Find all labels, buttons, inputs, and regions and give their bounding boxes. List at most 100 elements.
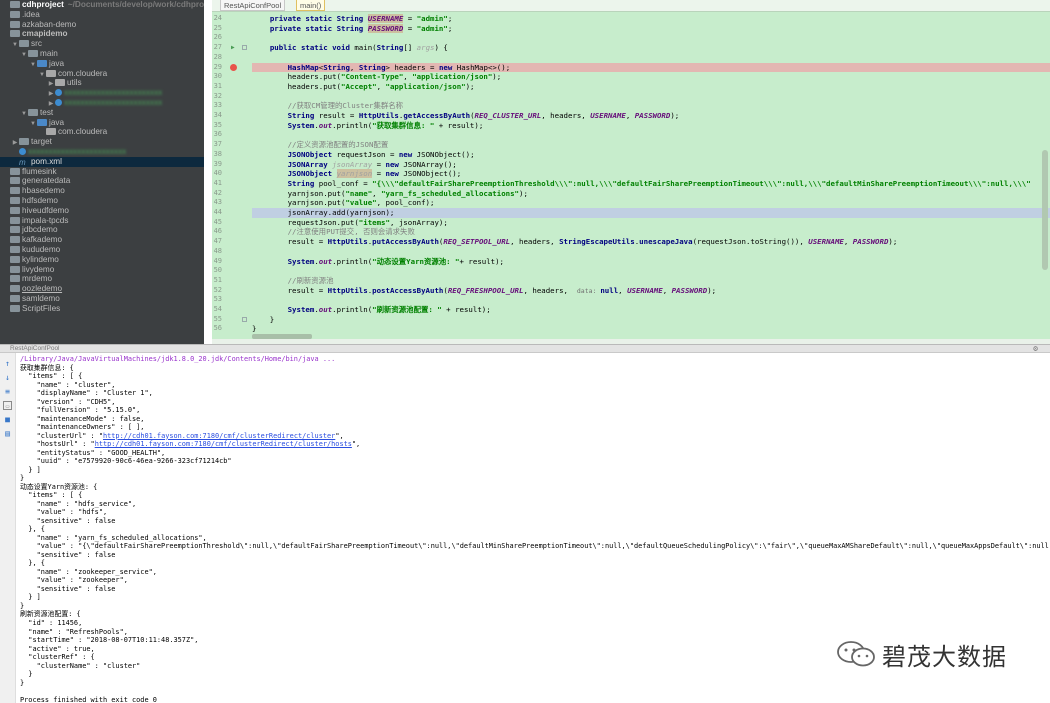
- line-number[interactable]: 43: [212, 198, 222, 208]
- code-line[interactable]: yarnjson.put("name", "yarn_fs_scheduled_…: [252, 189, 528, 199]
- soft-wrap-icon[interactable]: ≡: [3, 387, 12, 396]
- tree-item[interactable]: hbasedemo: [0, 186, 204, 196]
- line-number[interactable]: 37: [212, 140, 222, 150]
- line-number[interactable]: 40: [212, 169, 222, 179]
- line-number[interactable]: 27: [212, 43, 222, 53]
- code-area[interactable]: private static String USERNAME = "admin"…: [252, 12, 1050, 334]
- line-number[interactable]: 47: [212, 237, 222, 247]
- line-number-gutter[interactable]: 24 25 26 27 28 29 30 31 32 33 34 35 36 37 38 39 40 41 42 43…: [212, 12, 252, 344]
- tree-item[interactable]: impala-tpcds: [0, 216, 204, 226]
- tree-item[interactable]: ▶ xxxxxxxxxxxxxxxxxxxxxxxx: [0, 98, 204, 108]
- code-line[interactable]: }: [252, 315, 274, 325]
- line-number[interactable]: 48: [212, 247, 222, 257]
- line-number[interactable]: 26: [212, 33, 222, 43]
- breakpoint-icon[interactable]: [230, 64, 237, 71]
- line-number[interactable]: 24: [212, 14, 222, 24]
- tree-item[interactable]: kafkademo: [0, 235, 204, 245]
- line-number[interactable]: 39: [212, 160, 222, 170]
- fold-marker-icon[interactable]: [242, 45, 247, 51]
- line-number[interactable]: 28: [212, 53, 222, 63]
- line-number[interactable]: 56: [212, 324, 222, 334]
- code-line[interactable]: JSONArray jsonArray = new JSONArray();: [252, 160, 457, 170]
- chevron-right-icon[interactable]: ▶: [11, 139, 19, 147]
- line-number[interactable]: 50: [212, 266, 222, 276]
- tree-item[interactable]: ▶ xxxxxxxxxxxxxxxxxxxxxxxx: [0, 88, 204, 98]
- tree-item[interactable]: ▶ target: [0, 137, 204, 147]
- code-line[interactable]: System.out.println("刷新资源池配置: " + result)…: [252, 305, 491, 315]
- tree-item[interactable]: hdfsdemo: [0, 196, 204, 206]
- code-line[interactable]: public static void main(String[] args) {: [252, 43, 448, 53]
- line-number[interactable]: 35: [212, 121, 222, 131]
- line-number[interactable]: 36: [212, 130, 222, 140]
- vertical-scrollbar[interactable]: [1042, 150, 1048, 270]
- chevron-down-icon[interactable]: ▼: [20, 51, 28, 59]
- line-number[interactable]: 53: [212, 295, 222, 305]
- code-line[interactable]: result = HttpUtils.putAccessByAuth(REQ_S…: [252, 237, 898, 247]
- line-number[interactable]: 42: [212, 189, 222, 199]
- line-number[interactable]: 30: [212, 72, 222, 82]
- line-number[interactable]: 55: [212, 315, 222, 325]
- code-line[interactable]: headers.put("Content-Type", "application…: [252, 72, 502, 82]
- tree-item[interactable]: ▼ java: [0, 59, 204, 69]
- tree-item[interactable]: azkaban-demo: [0, 20, 204, 30]
- line-number[interactable]: 33: [212, 101, 222, 111]
- tree-item[interactable]: flumesink: [0, 167, 204, 177]
- line-number[interactable]: 31: [212, 82, 222, 92]
- code-line[interactable]: //定义资源池配置的JSON配置: [252, 140, 389, 150]
- tree-item[interactable]: com.cloudera: [0, 127, 204, 137]
- chevron-right-icon[interactable]: ▶: [47, 90, 55, 98]
- code-line[interactable]: JSONObject yarnjson = new JSONObject();: [252, 169, 461, 179]
- console-link[interactable]: http://cdh01.fayson.com:7180/cmf/cluster…: [95, 440, 352, 448]
- tree-item[interactable]: hiveudfdemo: [0, 206, 204, 216]
- line-number[interactable]: 52: [212, 286, 222, 296]
- breadcrumb-class[interactable]: RestApiConfPool: [220, 0, 286, 11]
- code-line[interactable]: String result = HttpUtils.getAccessByAut…: [252, 111, 680, 121]
- tree-item[interactable]: ▼ src: [0, 39, 204, 49]
- run-config-title[interactable]: RestApiConfPool: [10, 345, 60, 353]
- chevron-down-icon[interactable]: ▼: [20, 110, 28, 118]
- tree-item[interactable]: m pom.xml: [0, 156, 204, 167]
- tree-item[interactable]: mrdemo: [0, 274, 204, 284]
- code-line[interactable]: result = HttpUtils.postAccessByAuth(REQ_…: [252, 286, 717, 296]
- tree-item[interactable]: ▼ test: [0, 108, 204, 118]
- line-number[interactable]: 51: [212, 276, 222, 286]
- line-number[interactable]: 25: [212, 24, 222, 34]
- chevron-right-icon[interactable]: ▶: [47, 100, 55, 108]
- code-line[interactable]: requestJson.put("items", jsonArray);: [252, 218, 448, 228]
- tree-item[interactable]: ScriptFiles: [0, 304, 204, 314]
- code-line[interactable]: JSONObject requestJson = new JSONObject(…: [252, 150, 475, 160]
- stop-icon[interactable]: ■: [3, 415, 12, 424]
- chevron-right-icon[interactable]: ▶: [47, 80, 55, 88]
- tree-item[interactable]: xxxxxxxxxxxxxxxxxxxxxxxx: [0, 147, 204, 157]
- tree-item[interactable]: jdbcdemo: [0, 225, 204, 235]
- code-line[interactable]: System.out.println("动态设置Yarn资源池: "+ resu…: [252, 257, 504, 267]
- tree-item[interactable]: oozledemo: [0, 284, 204, 294]
- chevron-down-icon[interactable]: ▼: [38, 71, 46, 79]
- rerun-icon[interactable]: ↑: [3, 359, 12, 368]
- tree-item[interactable]: ▼ com.cloudera: [0, 69, 204, 79]
- line-number[interactable]: 32: [212, 92, 222, 102]
- code-line[interactable]: //刷新资源池: [252, 276, 334, 286]
- print-icon[interactable]: ▭: [3, 401, 12, 410]
- line-number[interactable]: 38: [212, 150, 222, 160]
- line-number[interactable]: 29: [212, 63, 222, 73]
- tree-item[interactable]: ▼ main: [0, 49, 204, 59]
- tree-item[interactable]: ▼ java: [0, 118, 204, 128]
- line-number[interactable]: 45: [212, 218, 222, 228]
- code-line[interactable]: //获取CM管理的Cluster集群名称: [252, 101, 403, 111]
- tree-item[interactable]: cmapidemo: [0, 29, 204, 39]
- tree-item[interactable]: .idea: [0, 10, 204, 20]
- line-number[interactable]: 49: [212, 257, 222, 267]
- code-line[interactable]: System.out.println("获取集群信息: " + result);: [252, 121, 484, 131]
- line-number[interactable]: 54: [212, 305, 222, 315]
- line-number[interactable]: 41: [212, 179, 222, 189]
- tree-item[interactable]: kududemo: [0, 245, 204, 255]
- code-line[interactable]: }: [252, 324, 256, 334]
- code-line[interactable]: headers.put("Accept", "application/json"…: [252, 82, 475, 92]
- clear-all-icon[interactable]: ▤: [3, 429, 12, 438]
- chevron-down-icon[interactable]: ▼: [29, 120, 37, 128]
- fold-marker-icon[interactable]: [242, 316, 247, 322]
- code-line[interactable]: HashMap<String, String> headers = new Ha…: [252, 62, 1050, 73]
- chevron-down-icon[interactable]: ▼: [29, 61, 37, 69]
- gear-icon[interactable]: ⚙: [1033, 344, 1038, 353]
